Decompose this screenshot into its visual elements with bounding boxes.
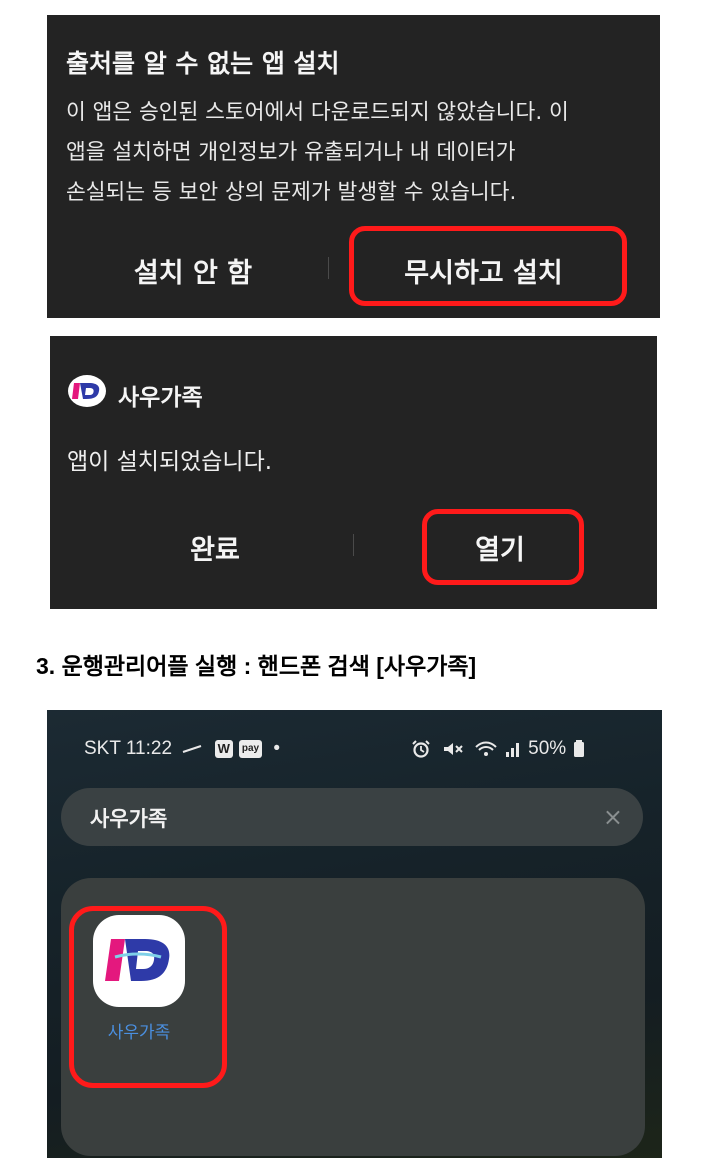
section-heading: 3. 운행관리어플 실행 : 핸드폰 검색 [사우가족] bbox=[36, 653, 477, 679]
install-status-message: 앱이 설치되었습니다. bbox=[67, 449, 273, 475]
app-name: 사우가족 bbox=[118, 385, 203, 411]
notification-dot: • bbox=[273, 738, 281, 759]
status-icons: 50% bbox=[411, 738, 585, 760]
dialog-title: 출처를 알 수 없는 앱 설치 bbox=[66, 49, 340, 78]
arrow-icon bbox=[182, 745, 202, 753]
search-bar[interactable]: 사우가족 × bbox=[61, 788, 643, 846]
dialog-message-line: 손실되는 등 보안 상의 문제가 발생할 수 있습니다. bbox=[66, 180, 517, 205]
wifi-icon bbox=[474, 741, 497, 756]
alarm-icon bbox=[412, 740, 430, 758]
dialog-message-line: 이 앱은 승인된 스토어에서 다운로드되지 않았습니다. 이 bbox=[66, 100, 569, 125]
dialog-message-line: 앱을 설치하면 개인정보가 유출되거나 내 데이터가 bbox=[66, 140, 516, 165]
done-button[interactable]: 완료 bbox=[155, 528, 275, 567]
app-logo-icon bbox=[68, 375, 106, 407]
clear-search-icon[interactable]: × bbox=[603, 803, 623, 831]
highlight-box bbox=[349, 226, 627, 306]
status-bar: SKT 11:22 Wpay • 50% bbox=[84, 738, 624, 766]
highlight-box bbox=[422, 509, 584, 585]
mute-icon bbox=[444, 743, 463, 755]
pay-app-icon: pay bbox=[238, 739, 263, 758]
w-app-icon: W bbox=[214, 739, 233, 758]
carrier-time: SKT 11:22 bbox=[84, 738, 173, 759]
battery-percent: 50% bbox=[528, 738, 567, 759]
unknown-source-dialog: 출처를 알 수 없는 앱 설치 이 앱은 승인된 스토어에서 다운로드되지 않았… bbox=[47, 15, 660, 318]
button-divider bbox=[328, 257, 329, 279]
battery-icon bbox=[574, 740, 585, 757]
search-input[interactable]: 사우가족 bbox=[90, 803, 167, 833]
phone-search-screen: SKT 11:22 Wpay • 50% 사우가족 × 사우가족 bbox=[47, 710, 662, 1158]
highlight-box bbox=[69, 906, 227, 1088]
dont-install-button[interactable]: 설치 안 함 bbox=[109, 251, 277, 290]
signal-icon bbox=[505, 743, 519, 757]
dialog-message: 이 앱은 승인된 스토어에서 다운로드되지 않았습니다. 이 앱을 설치하면 개… bbox=[66, 93, 651, 213]
button-divider bbox=[353, 534, 354, 556]
install-complete-dialog: 사우가족 앱이 설치되었습니다. 완료 열기 bbox=[50, 336, 657, 609]
